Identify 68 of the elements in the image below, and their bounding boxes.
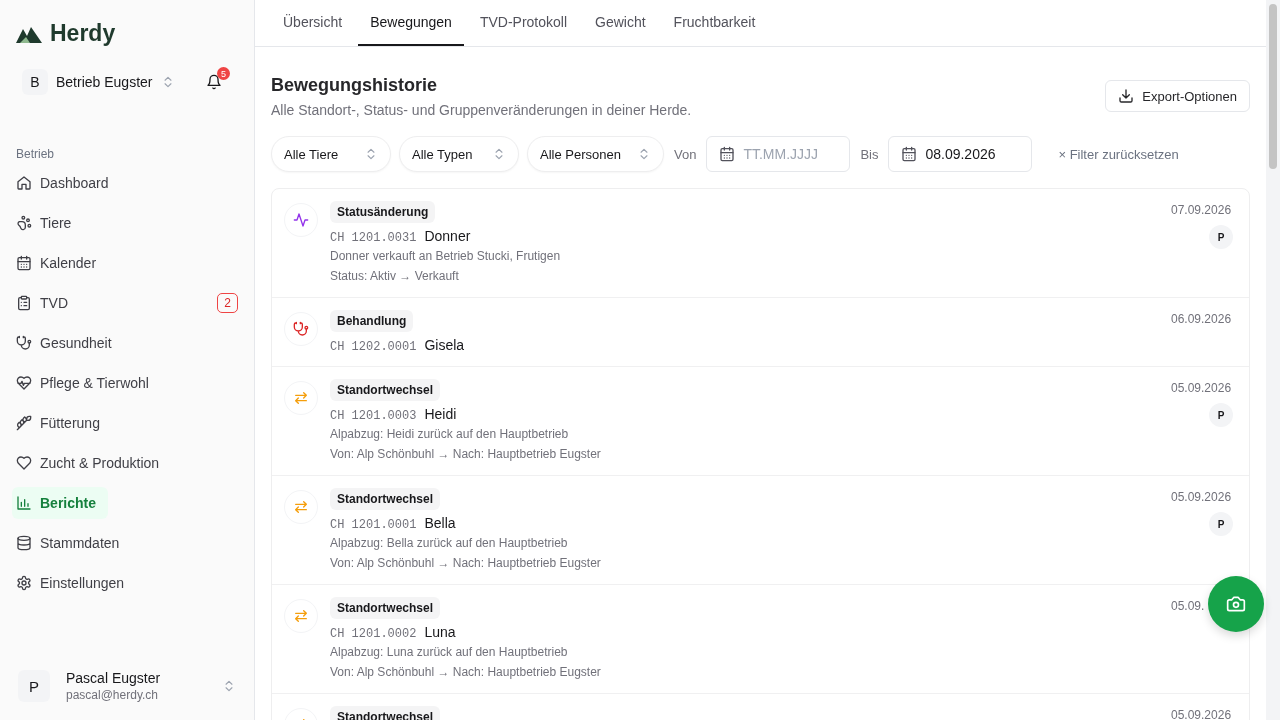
farm-switcher[interactable]: Betrieb Eugster bbox=[56, 74, 153, 90]
animal-name: Gisela bbox=[424, 337, 465, 353]
event-type-tag: Standortwechsel bbox=[330, 379, 441, 401]
sidebar-item[interactable]: Berichte bbox=[12, 487, 109, 519]
event-detail: Donner verkauft an Betrieb Stucki, Frutigen bbox=[330, 248, 562, 265]
sidebar-item[interactable]: Zucht & Produktion bbox=[12, 447, 242, 479]
filter-select[interactable]: Alle Tiere bbox=[271, 136, 391, 172]
animal-id: CH 1201.0031 bbox=[330, 231, 417, 245]
filter-select[interactable]: Alle Personen bbox=[527, 136, 664, 172]
event-detail: Status: Aktiv → Verkauft bbox=[330, 268, 460, 285]
animal-name: Bella bbox=[424, 515, 456, 531]
date-field[interactable]: TT.MM.JJJJ bbox=[706, 136, 851, 172]
sidebar-item[interactable]: Gesundheit bbox=[12, 327, 242, 359]
brand-name: Herdy bbox=[50, 20, 116, 47]
sidebar-item[interactable]: Stammdaten bbox=[12, 527, 242, 559]
sidebar-item[interactable]: Kalender bbox=[12, 247, 242, 279]
event-detail: Alpabzug: Luna zurück auf den Hauptbetrieb bbox=[330, 644, 569, 661]
animal-name: Luna bbox=[424, 624, 456, 640]
event-date: 05.09.2026 bbox=[1171, 708, 1232, 720]
sidebar-item[interactable]: Fütterung bbox=[12, 407, 242, 439]
page-title: Bewegungshistorie bbox=[271, 75, 439, 96]
animal-name: Heidi bbox=[424, 406, 457, 422]
animal-id: CH 1202.0001 bbox=[330, 340, 417, 354]
notification-count: 5 bbox=[217, 67, 230, 80]
event-type-tag: Standortwechsel bbox=[330, 597, 441, 619]
event-date: 05.09.2026 bbox=[1171, 381, 1232, 395]
farm-avatar: B bbox=[22, 69, 48, 95]
date-field[interactable]: 08.09.2026 bbox=[888, 136, 1033, 172]
export-button[interactable]: Export-Optionen bbox=[1105, 80, 1250, 112]
to-label: Bis bbox=[860, 146, 879, 162]
event-detail: Alpabzug: Heidi zurück auf den Hauptbetrieb bbox=[330, 426, 570, 443]
section-label: Betrieb bbox=[16, 147, 56, 161]
event-date: 05.09. bbox=[1171, 599, 1205, 613]
sidebar-item[interactable]: Dashboard bbox=[12, 167, 242, 199]
event-detail: Von: Alp Schönbuhl → Nach: Hauptbetrieb Eugster bbox=[330, 664, 602, 681]
sidebar-item[interactable]: Tiere bbox=[12, 207, 242, 239]
tab[interactable]: Bewegungen bbox=[358, 0, 464, 46]
from-label: Von bbox=[673, 146, 697, 162]
tab[interactable]: Gewicht bbox=[583, 0, 658, 46]
reset-filters-link[interactable]: × Filter zurücksetzen bbox=[1052, 145, 1185, 163]
event-type-tag: Standortwechsel bbox=[330, 488, 441, 510]
event-date: 07.09.2026 bbox=[1171, 203, 1232, 217]
event-date: 05.09.2026 bbox=[1171, 490, 1232, 504]
tab[interactable]: Übersicht bbox=[271, 0, 355, 46]
filter-select[interactable]: Alle Typen bbox=[399, 136, 519, 172]
page-subtitle: Alle Standort-, Status- und Gruppenveränderungen in deiner Herde. bbox=[271, 102, 692, 118]
sidebar-item[interactable]: Pflege & Tierwohl bbox=[12, 367, 242, 399]
user-email: pascal@herdy.ch bbox=[66, 688, 159, 702]
tab[interactable]: TVD-Protokoll bbox=[467, 0, 580, 46]
count-badge: 2 bbox=[217, 293, 238, 313]
animal-id: CH 1201.0003 bbox=[330, 409, 417, 423]
event-type-tag: Behandlung bbox=[330, 310, 414, 332]
sidebar-item[interactable]: Einstellungen bbox=[12, 567, 242, 599]
event-date: 06.09.2026 bbox=[1171, 312, 1232, 326]
tab[interactable]: Fruchtbarkeit bbox=[661, 0, 768, 46]
event-detail: Von: Alp Schönbuhl → Nach: Hauptbetrieb Eugster bbox=[330, 446, 602, 463]
person-avatar: P bbox=[1209, 225, 1233, 249]
event-detail: Alpabzug: Bella zurück auf den Hauptbetrieb bbox=[330, 535, 569, 552]
person-avatar: P bbox=[1209, 403, 1233, 427]
event-detail: Von: Alp Schönbuhl → Nach: Hauptbetrieb Eugster bbox=[330, 555, 602, 572]
sidebar-item[interactable]: TVD 2 bbox=[12, 287, 242, 319]
user-name: Pascal Eugster bbox=[66, 670, 162, 686]
person-avatar: P bbox=[1209, 512, 1233, 536]
event-type-tag: Statusänderung bbox=[330, 201, 436, 223]
animal-id: CH 1201.0001 bbox=[330, 518, 417, 532]
animal-name: Donner bbox=[424, 228, 471, 244]
user-avatar: P bbox=[18, 670, 50, 702]
animal-id: CH 1201.0002 bbox=[330, 627, 417, 641]
